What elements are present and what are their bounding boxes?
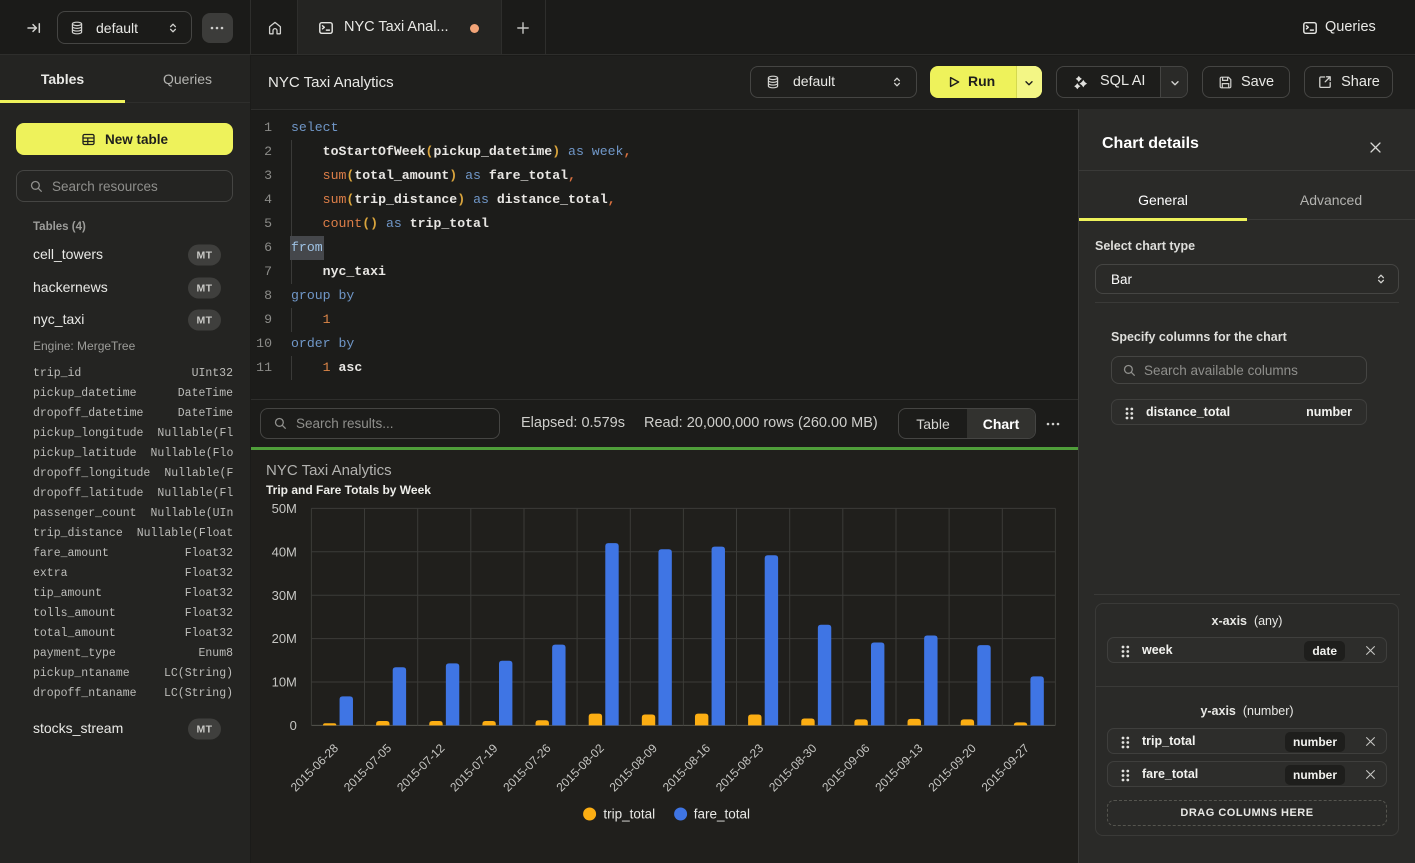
svg-text:10M: 10M	[272, 675, 297, 690]
svg-text:2015-09-27: 2015-09-27	[979, 741, 1033, 795]
svg-text:2015-07-05: 2015-07-05	[341, 741, 395, 795]
svg-text:2015-09-20: 2015-09-20	[926, 741, 980, 795]
svg-text:2015-07-12: 2015-07-12	[394, 741, 448, 795]
svg-text:30M: 30M	[272, 588, 297, 603]
svg-text:2015-09-13: 2015-09-13	[872, 741, 926, 795]
svg-text:2015-07-26: 2015-07-26	[500, 741, 554, 795]
svg-text:0: 0	[290, 718, 297, 733]
svg-text:2015-08-30: 2015-08-30	[766, 741, 820, 795]
svg-text:20M: 20M	[272, 631, 297, 646]
svg-text:2015-08-09: 2015-08-09	[607, 741, 661, 795]
svg-text:2015-07-19: 2015-07-19	[447, 741, 501, 795]
svg-text:trip_total: trip_total	[603, 807, 655, 822]
svg-text:50M: 50M	[272, 501, 297, 516]
svg-text:2015-08-16: 2015-08-16	[660, 741, 714, 795]
svg-text:2015-09-06: 2015-09-06	[819, 741, 873, 795]
svg-text:40M: 40M	[272, 544, 297, 559]
svg-text:fare_total: fare_total	[694, 807, 750, 822]
svg-text:2015-08-02: 2015-08-02	[554, 741, 608, 795]
svg-text:2015-08-23: 2015-08-23	[713, 741, 767, 795]
svg-text:2015-06-28: 2015-06-28	[288, 741, 342, 795]
